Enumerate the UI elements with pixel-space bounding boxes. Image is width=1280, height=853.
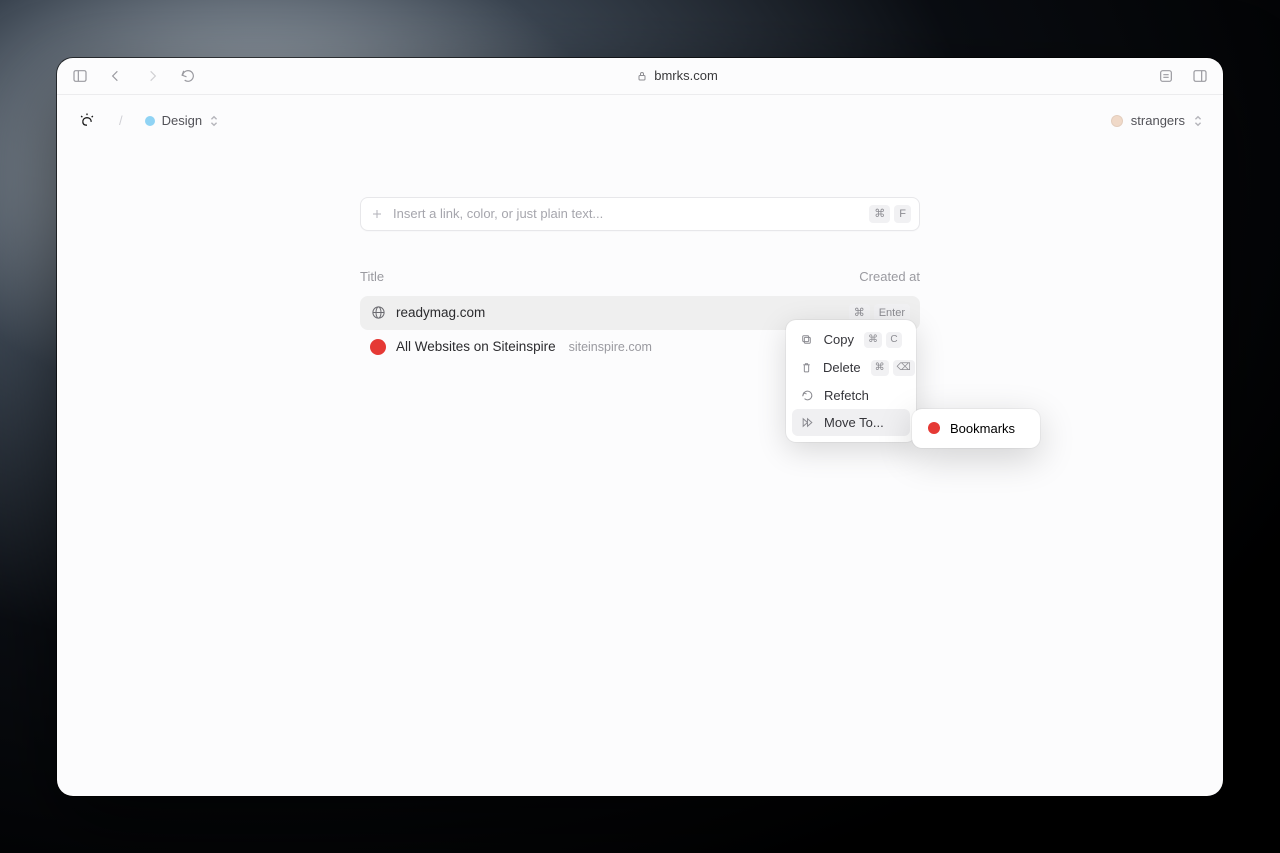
app-logo-icon[interactable]	[77, 111, 97, 131]
col-created: Created at	[859, 269, 920, 284]
main-content: Insert a link, color, or just plain text…	[360, 197, 920, 364]
context-menu: Copy ⌘C Delete ⌘⌫ Refetch Move	[786, 320, 916, 442]
reload-icon[interactable]	[179, 67, 197, 85]
ctx-refetch[interactable]: Refetch	[792, 382, 910, 409]
move-to-submenu: Bookmarks	[912, 409, 1040, 448]
refresh-icon	[800, 388, 814, 402]
breadcrumb-separator: /	[119, 113, 123, 128]
ctx-delete[interactable]: Delete ⌘⌫	[792, 354, 910, 382]
trash-icon	[800, 361, 813, 375]
user-label: strangers	[1131, 113, 1185, 128]
address-text: bmrks.com	[654, 68, 718, 83]
chevrons-icon	[1193, 115, 1203, 127]
sidebar-toggle-icon[interactable]	[71, 67, 89, 85]
row-shortcut: ⌘ Enter	[849, 304, 910, 322]
submenu-item-bookmarks[interactable]: Bookmarks	[918, 415, 1034, 442]
collection-color-dot	[145, 116, 155, 126]
collection-crumb[interactable]: Design	[145, 113, 219, 128]
avatar	[1111, 115, 1123, 127]
color-dot-icon	[370, 339, 386, 355]
globe-icon	[370, 305, 386, 321]
app-window: bmrks.com / Design	[57, 58, 1223, 796]
col-title: Title	[360, 269, 384, 284]
collection-name: Design	[162, 113, 202, 128]
user-menu[interactable]: strangers	[1111, 113, 1203, 128]
list-header: Title Created at	[360, 269, 920, 284]
forward-icon	[143, 67, 161, 85]
bookmark-domain: siteinspire.com	[569, 340, 652, 354]
tabs-icon[interactable]	[1191, 67, 1209, 85]
copy-icon	[800, 333, 814, 347]
shortcut-hint: ⌘ F	[869, 205, 911, 223]
insert-input[interactable]: Insert a link, color, or just plain text…	[360, 197, 920, 231]
chevrons-icon	[209, 115, 219, 127]
ctx-move-to[interactable]: Move To...	[792, 409, 910, 436]
address-bar[interactable]: bmrks.com	[636, 68, 718, 83]
bookmark-title: All Websites on Siteinspire	[396, 339, 556, 354]
insert-placeholder: Insert a link, color, or just plain text…	[393, 206, 869, 221]
back-icon[interactable]	[107, 67, 125, 85]
ctx-copy[interactable]: Copy ⌘C	[792, 326, 910, 354]
browser-toolbar: bmrks.com	[57, 58, 1223, 95]
app-header: / Design strangers	[57, 95, 1223, 137]
bookmark-title: readymag.com	[396, 305, 485, 320]
plus-icon	[371, 208, 383, 220]
fast-forward-icon	[800, 415, 814, 429]
submenu-item-label: Bookmarks	[950, 421, 1015, 436]
reader-icon[interactable]	[1157, 67, 1175, 85]
color-dot-icon	[928, 422, 940, 434]
lock-icon	[636, 70, 648, 82]
